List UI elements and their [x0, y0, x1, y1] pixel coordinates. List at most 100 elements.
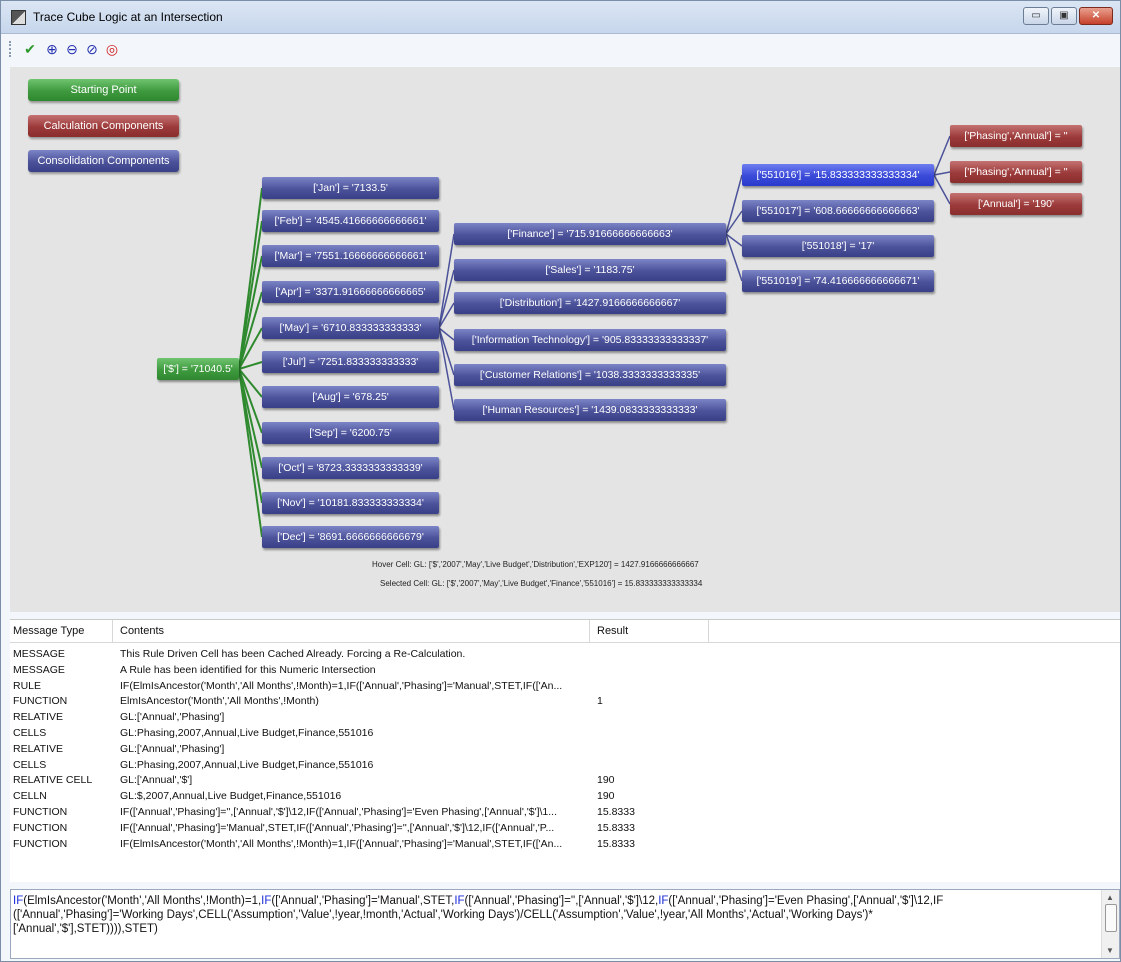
tree-node-department[interactable]: ['Finance'] = '715.91666666666663' [454, 223, 726, 245]
tree-node-month[interactable]: ['Jan'] = '7133.5' [262, 177, 439, 199]
message-contents-cell: IF(['Annual','Phasing']='Manual',STET,IF… [120, 821, 555, 834]
message-type-cell: CELLS [13, 758, 47, 771]
minimize-button[interactable]: ▭ [1023, 7, 1049, 25]
message-contents-cell: This Rule Driven Cell has been Cached Al… [120, 648, 466, 660]
message-type-cell: RULE [13, 679, 42, 692]
message-contents-cell: GL:['Annual','$'] [120, 774, 193, 787]
zoom-out-icon[interactable]: ⊖ [63, 40, 81, 58]
selected-cell-info: Selected Cell: GL: ['$','2007','May','Li… [380, 579, 703, 588]
tree-link [933, 135, 951, 176]
scroll-up-icon[interactable]: ▲ [1106, 893, 1114, 902]
zoom-in-icon[interactable]: ⊕ [43, 40, 61, 58]
tree-node-calculation[interactable]: ['Phasing','Annual'] = '' [950, 161, 1082, 183]
message-type-cell: FUNCTION [13, 837, 68, 850]
message-contents-cell: GL:$,2007,Annual,Live Budget,Finance,551… [120, 790, 342, 803]
editor-scrollbar[interactable]: ▲ ▼ [1101, 890, 1119, 958]
tree-node-root[interactable]: ['$'] = '71040.5' [157, 358, 239, 380]
message-contents-cell: A Rule has been identified for this Nume… [120, 663, 376, 676]
message-row[interactable]: RELATIVE GL:['Annual','Phasing'] [10, 742, 1120, 757]
message-row[interactable]: FUNCTION IF(['Annual','Phasing']='',['Ann… [10, 805, 1120, 820]
message-row[interactable]: FUNCTION IF(ElmIsAncestor('Month','All Mo… [10, 837, 1120, 852]
column-header-contents[interactable]: Contents [120, 625, 164, 637]
tree-node-month[interactable]: ['Oct'] = '8723.3333333333339' [262, 457, 439, 479]
tree-node-month[interactable]: ['Dec'] = '8691.6666666666679' [262, 526, 439, 548]
message-contents-cell: GL:Phasing,2007,Annual,Live Budget,Finan… [120, 727, 374, 739]
tree-node-calculation[interactable]: ['Annual'] = '190' [950, 193, 1082, 215]
title-bar: Trace Cube Logic at an Intersection ▭ ▣ … [1, 1, 1120, 34]
tree-node-department[interactable]: ['Distribution'] = '1427.9166666666667' [454, 292, 726, 314]
message-type-cell: FUNCTION [13, 821, 68, 834]
rule-line: ['Annual','$'],STET)))),STET) [13, 923, 158, 935]
message-contents-cell: GL:['Annual','Phasing'] [120, 711, 225, 724]
tree-node-account[interactable]: ['551019'] = '74.416666666666671' [742, 270, 934, 292]
message-row[interactable]: CELLS GL:Phasing,2007,Annual,Live Budget,… [10, 726, 1120, 741]
rule-line: (['Annual','Phasing']='Working Days',CEL… [13, 909, 873, 921]
message-row[interactable]: CELLN GL:$,2007,Annual,Live Budget,Financ… [10, 789, 1120, 804]
message-row[interactable]: RELATIVE CELL GL:['Annual','$'] 190 [10, 773, 1120, 788]
tree-node-month[interactable]: ['Jul'] = '7251.833333333333' [262, 351, 439, 373]
tree-link [238, 291, 263, 370]
zoom-fit-icon[interactable]: ⊘ [83, 40, 101, 58]
message-row[interactable]: RELATIVE GL:['Annual','Phasing'] [10, 710, 1120, 725]
message-contents-cell: IF(ElmIsAncestor('Month','All Months',!M… [120, 837, 563, 850]
message-type-cell: RELATIVE CELL [13, 774, 93, 787]
column-separator[interactable] [589, 620, 590, 642]
message-contents-cell: IF(['Annual','Phasing']='',['Annual','$'… [120, 806, 558, 818]
tree-node-month[interactable]: ['Sep'] = '6200.75' [262, 422, 439, 444]
tree-link [933, 174, 951, 205]
message-type-cell: CELLN [13, 790, 47, 803]
scroll-down-icon[interactable]: ▼ [1106, 946, 1114, 955]
tree-node-department[interactable]: ['Human Resources'] = '1439.083333333333… [454, 399, 726, 421]
message-type-cell: MESSAGE [13, 648, 65, 660]
maximize-button[interactable]: ▣ [1051, 7, 1077, 25]
tree-node-month[interactable]: ['May'] = '6710.833333333333' [262, 317, 439, 339]
message-row[interactable]: MESSAGE A Rule has been identified for th… [10, 663, 1120, 678]
rule-editor[interactable]: IF(ElmIsAncestor('Month','All Months',!M… [10, 889, 1120, 959]
hover-cell-info: Hover Cell: GL: ['$','2007','May','Live … [372, 560, 699, 569]
tree-link [725, 174, 743, 235]
message-result-cell: 15.8333 [597, 806, 635, 818]
tree-node-month[interactable]: ['Feb'] = '4545.41666666666661' [262, 210, 439, 232]
message-contents-cell: GL:['Annual','Phasing'] [120, 742, 225, 755]
message-type-cell: MESSAGE [13, 663, 65, 676]
rule-text[interactable]: IF(ElmIsAncestor('Month','All Months',!M… [13, 894, 1093, 936]
message-row[interactable]: RULE IF(ElmIsAncestor('Month','All Months… [10, 679, 1120, 694]
message-row[interactable]: CELLS GL:Phasing,2007,Annual,Live Budget,… [10, 758, 1120, 773]
message-type-cell: RELATIVE [13, 711, 63, 724]
tree-node-account[interactable]: ['551018'] = '17' [742, 235, 934, 257]
legend-consolidation-components[interactable]: Consolidation Components [28, 150, 179, 172]
tree-node-department[interactable]: ['Information Technology'] = '905.833333… [454, 329, 726, 351]
target-icon[interactable]: ◎ [103, 40, 121, 58]
toolbar-grip [9, 41, 13, 57]
tree-node-month[interactable]: ['Mar'] = '7551.16666666666661' [262, 245, 439, 267]
message-row[interactable]: MESSAGE This Rule Driven Cell has been Ca… [10, 647, 1120, 662]
message-grid-header: Message Type Contents Result [10, 620, 1120, 643]
window-title: Trace Cube Logic at an Intersection [33, 10, 223, 24]
tree-link [933, 171, 951, 176]
message-row[interactable]: FUNCTION IF(['Annual','Phasing']='Manual'… [10, 821, 1120, 836]
column-separator[interactable] [112, 620, 113, 642]
tree-node-department[interactable]: ['Sales'] = '1183.75' [454, 259, 726, 281]
message-result-cell: 15.8333 [597, 837, 635, 850]
tree-node-account[interactable]: ['551017'] = '608.66666666666663' [742, 200, 934, 222]
column-header-result[interactable]: Result [597, 625, 628, 637]
check-icon[interactable]: ✔ [21, 40, 39, 58]
message-grid[interactable]: Message Type Contents Result MESSAGE This… [10, 619, 1120, 882]
message-row[interactable]: FUNCTION ElmIsAncestor('Month','All Month… [10, 694, 1120, 709]
tree-node-account-selected[interactable]: ['551016'] = '15.833333333333334' [742, 164, 934, 186]
column-separator[interactable] [708, 620, 709, 642]
tree-node-month[interactable]: ['Aug'] = '678.25' [262, 386, 439, 408]
scroll-thumb[interactable] [1105, 904, 1117, 932]
trace-window: Trace Cube Logic at an Intersection ▭ ▣ … [0, 0, 1121, 962]
tree-node-department[interactable]: ['Customer Relations'] = '1038.333333333… [454, 364, 726, 386]
trace-canvas[interactable]: Starting Point Calculation Components Co… [10, 67, 1120, 612]
tree-node-calculation[interactable]: ['Phasing','Annual'] = '' [950, 125, 1082, 147]
column-header-message-type[interactable]: Message Type [13, 625, 84, 637]
legend-calculation-components[interactable]: Calculation Components [28, 115, 179, 137]
close-button[interactable]: ✕ [1079, 7, 1113, 25]
tree-node-month[interactable]: ['Apr'] = '3371.91666666666665' [262, 281, 439, 303]
message-contents-cell: IF(ElmIsAncestor('Month','All Months',!M… [120, 679, 563, 692]
legend-starting-point[interactable]: Starting Point [28, 79, 179, 101]
tree-node-month[interactable]: ['Nov'] = '10181.833333333334' [262, 492, 439, 514]
message-result-cell: 1 [597, 695, 603, 708]
